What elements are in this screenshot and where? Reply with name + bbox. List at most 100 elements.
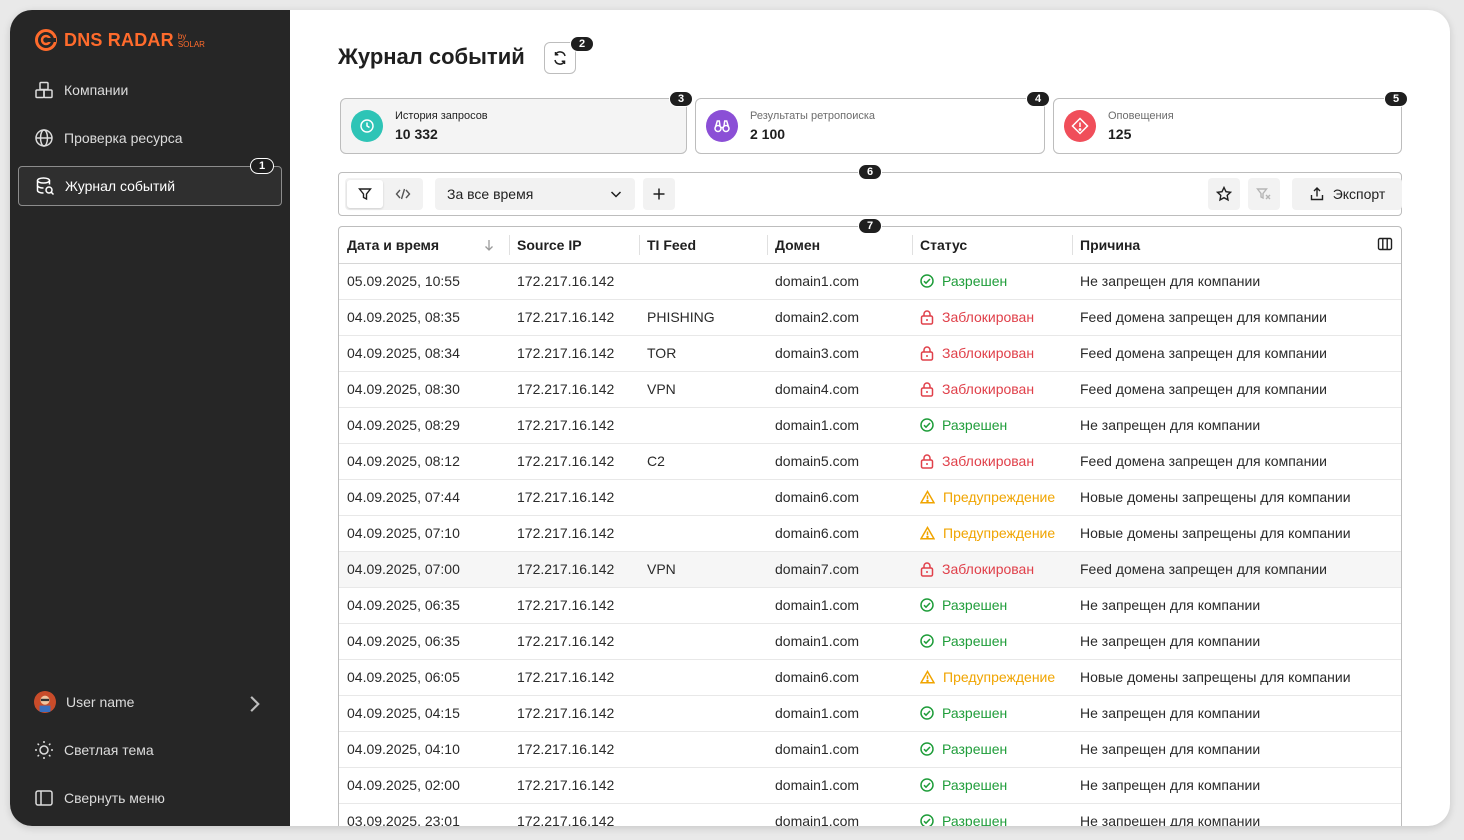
- table-row[interactable]: 04.09.2025, 04:15172.217.16.142domain1.c…: [339, 695, 1401, 731]
- table-row[interactable]: 04.09.2025, 08:29172.217.16.142domain1.c…: [339, 407, 1401, 443]
- cell-status: Заблокирован: [912, 443, 1072, 479]
- cell-reason: Новые домены запрещены для компании: [1072, 479, 1401, 515]
- card-alerts[interactable]: Оповещения 125: [1053, 98, 1402, 154]
- cell-feed: VPN: [639, 551, 767, 587]
- add-filter-button[interactable]: [643, 178, 675, 210]
- cell-date: 04.09.2025, 07:10: [339, 515, 509, 551]
- cell-reason: Не запрещен для компании: [1072, 587, 1401, 623]
- period-select[interactable]: За все время: [435, 178, 635, 210]
- logo[interactable]: DNS RADAR by SOLAR: [34, 28, 205, 52]
- column-header-ip[interactable]: Source IP: [509, 227, 639, 263]
- cell-ip: 172.217.16.142: [509, 263, 639, 299]
- cell-reason: Feed домена запрещен для компании: [1072, 371, 1401, 407]
- theme-label: Светлая тема: [64, 742, 154, 758]
- cell-ip: 172.217.16.142: [509, 587, 639, 623]
- cell-domain: domain1.com: [767, 587, 912, 623]
- cell-domain: domain6.com: [767, 479, 912, 515]
- table-row[interactable]: 04.09.2025, 06:35172.217.16.142domain1.c…: [339, 623, 1401, 659]
- cell-domain: domain5.com: [767, 443, 912, 479]
- cell-date: 04.09.2025, 06:35: [339, 587, 509, 623]
- table-row[interactable]: 04.09.2025, 07:10172.217.16.142domain6.c…: [339, 515, 1401, 551]
- filter-mode-button[interactable]: [347, 180, 383, 208]
- cell-reason: Не запрещен для компании: [1072, 263, 1401, 299]
- status-text: Разрешен: [942, 417, 1007, 433]
- check-circle-icon: [920, 598, 934, 612]
- check-circle-icon: [920, 634, 934, 648]
- column-header-feed[interactable]: TI Feed: [639, 227, 767, 263]
- cell-feed: [639, 263, 767, 299]
- sort-down-icon[interactable]: [483, 238, 495, 252]
- sidebar-item-event-log[interactable]: Журнал событий: [18, 166, 282, 206]
- cell-status: Заблокирован: [912, 371, 1072, 407]
- theme-toggle[interactable]: Светлая тема: [18, 730, 282, 770]
- table-row[interactable]: 04.09.2025, 07:00172.217.16.142VPNdomain…: [339, 551, 1401, 587]
- badge-5: 5: [1384, 91, 1408, 107]
- events-table: Дата и время Source IP TI Feed Домен Ста…: [338, 226, 1402, 826]
- cell-ip: 172.217.16.142: [509, 803, 639, 826]
- cell-feed: PHISHING: [639, 299, 767, 335]
- table-row[interactable]: 04.09.2025, 07:44172.217.16.142domain6.c…: [339, 479, 1401, 515]
- export-button[interactable]: Экспорт: [1292, 178, 1402, 210]
- table-row[interactable]: 04.09.2025, 08:30172.217.16.142VPNdomain…: [339, 371, 1401, 407]
- cell-ip: 172.217.16.142: [509, 767, 639, 803]
- code-mode-button[interactable]: [385, 180, 421, 208]
- cell-status: Разрешен: [912, 623, 1072, 659]
- table-row[interactable]: 04.09.2025, 06:05172.217.16.142domain6.c…: [339, 659, 1401, 695]
- sidebar-item-resource-check[interactable]: Проверка ресурса: [18, 118, 282, 158]
- card-label: История запросов: [395, 110, 488, 122]
- alert-diamond-icon: [1064, 110, 1096, 142]
- status-text: Разрешен: [942, 741, 1007, 757]
- period-value: За все время: [447, 186, 533, 202]
- check-circle-icon: [920, 418, 934, 432]
- table-row[interactable]: 04.09.2025, 06:35172.217.16.142 domain1.c…: [339, 587, 1401, 623]
- card-retro-search[interactable]: Результаты ретропоиска 2 100: [695, 98, 1045, 154]
- cell-feed: [639, 731, 767, 767]
- table-row[interactable]: 04.09.2025, 02:00172.217.16.142domain1.c…: [339, 767, 1401, 803]
- sidebar-item-label: Компании: [64, 82, 128, 98]
- table-row[interactable]: 04.09.2025, 08:12172.217.16.142C2domain5…: [339, 443, 1401, 479]
- status-text: Предупреждение: [943, 489, 1055, 505]
- cell-feed: [639, 695, 767, 731]
- cell-status: Разрешен: [912, 587, 1072, 623]
- sidebar: DNS RADAR by SOLAR Компании Проверка рес…: [10, 10, 290, 826]
- badge-2: 2: [570, 36, 594, 52]
- cell-status: Заблокирован: [912, 335, 1072, 371]
- column-header-domain[interactable]: Домен: [767, 227, 912, 263]
- table-row[interactable]: 03.09.2025, 23:01172.217.16.142domain1.c…: [339, 803, 1401, 826]
- card-request-history[interactable]: История запросов 10 332: [340, 98, 687, 154]
- cell-ip: 172.217.16.142: [509, 371, 639, 407]
- collapse-menu-button[interactable]: Свернуть меню: [18, 778, 282, 818]
- cell-reason: Не запрещен для компании: [1072, 623, 1401, 659]
- cell-reason: Feed домена запрещен для компании: [1072, 551, 1401, 587]
- table-row[interactable]: 04.09.2025, 04:10172.217.16.142domain1.c…: [339, 731, 1401, 767]
- cell-date: 04.09.2025, 04:10: [339, 731, 509, 767]
- cell-domain: domain1.com: [767, 731, 912, 767]
- export-label: Экспорт: [1333, 186, 1386, 202]
- table-row[interactable]: 05.09.2025, 10:55172.217.16.142domain1.c…: [339, 263, 1401, 299]
- status-text: Разрешен: [942, 597, 1007, 613]
- cell-feed: [639, 623, 767, 659]
- table-row[interactable]: 04.09.2025, 08:35172.217.16.142PHISHINGd…: [339, 299, 1401, 335]
- cell-feed: [639, 515, 767, 551]
- user-menu[interactable]: User name: [18, 682, 282, 722]
- sidebar-item-companies[interactable]: Компании: [18, 70, 282, 110]
- cell-ip: 172.217.16.142: [509, 479, 639, 515]
- cell-reason: Не запрещен для компании: [1072, 803, 1401, 826]
- cell-feed: [639, 803, 767, 826]
- column-header-status[interactable]: Статус: [912, 227, 1072, 263]
- status-text: Предупреждение: [943, 669, 1055, 685]
- sun-icon: [34, 740, 54, 760]
- status-text: Разрешен: [942, 813, 1007, 826]
- warning-icon: [920, 670, 935, 684]
- columns-icon[interactable]: [1377, 237, 1393, 251]
- clear-filters-button[interactable]: [1248, 178, 1280, 210]
- sidebar-item-label: Журнал событий: [65, 178, 175, 194]
- status-text: Разрешен: [942, 705, 1007, 721]
- column-header-date[interactable]: Дата и время: [339, 227, 509, 263]
- building-icon: [34, 80, 54, 100]
- favorite-button[interactable]: [1208, 178, 1240, 210]
- cell-feed: VPN: [639, 371, 767, 407]
- cell-ip: 172.217.16.142: [509, 551, 639, 587]
- column-header-reason[interactable]: Причина: [1072, 227, 1401, 263]
- table-row[interactable]: 04.09.2025, 08:34172.217.16.142TORdomain…: [339, 335, 1401, 371]
